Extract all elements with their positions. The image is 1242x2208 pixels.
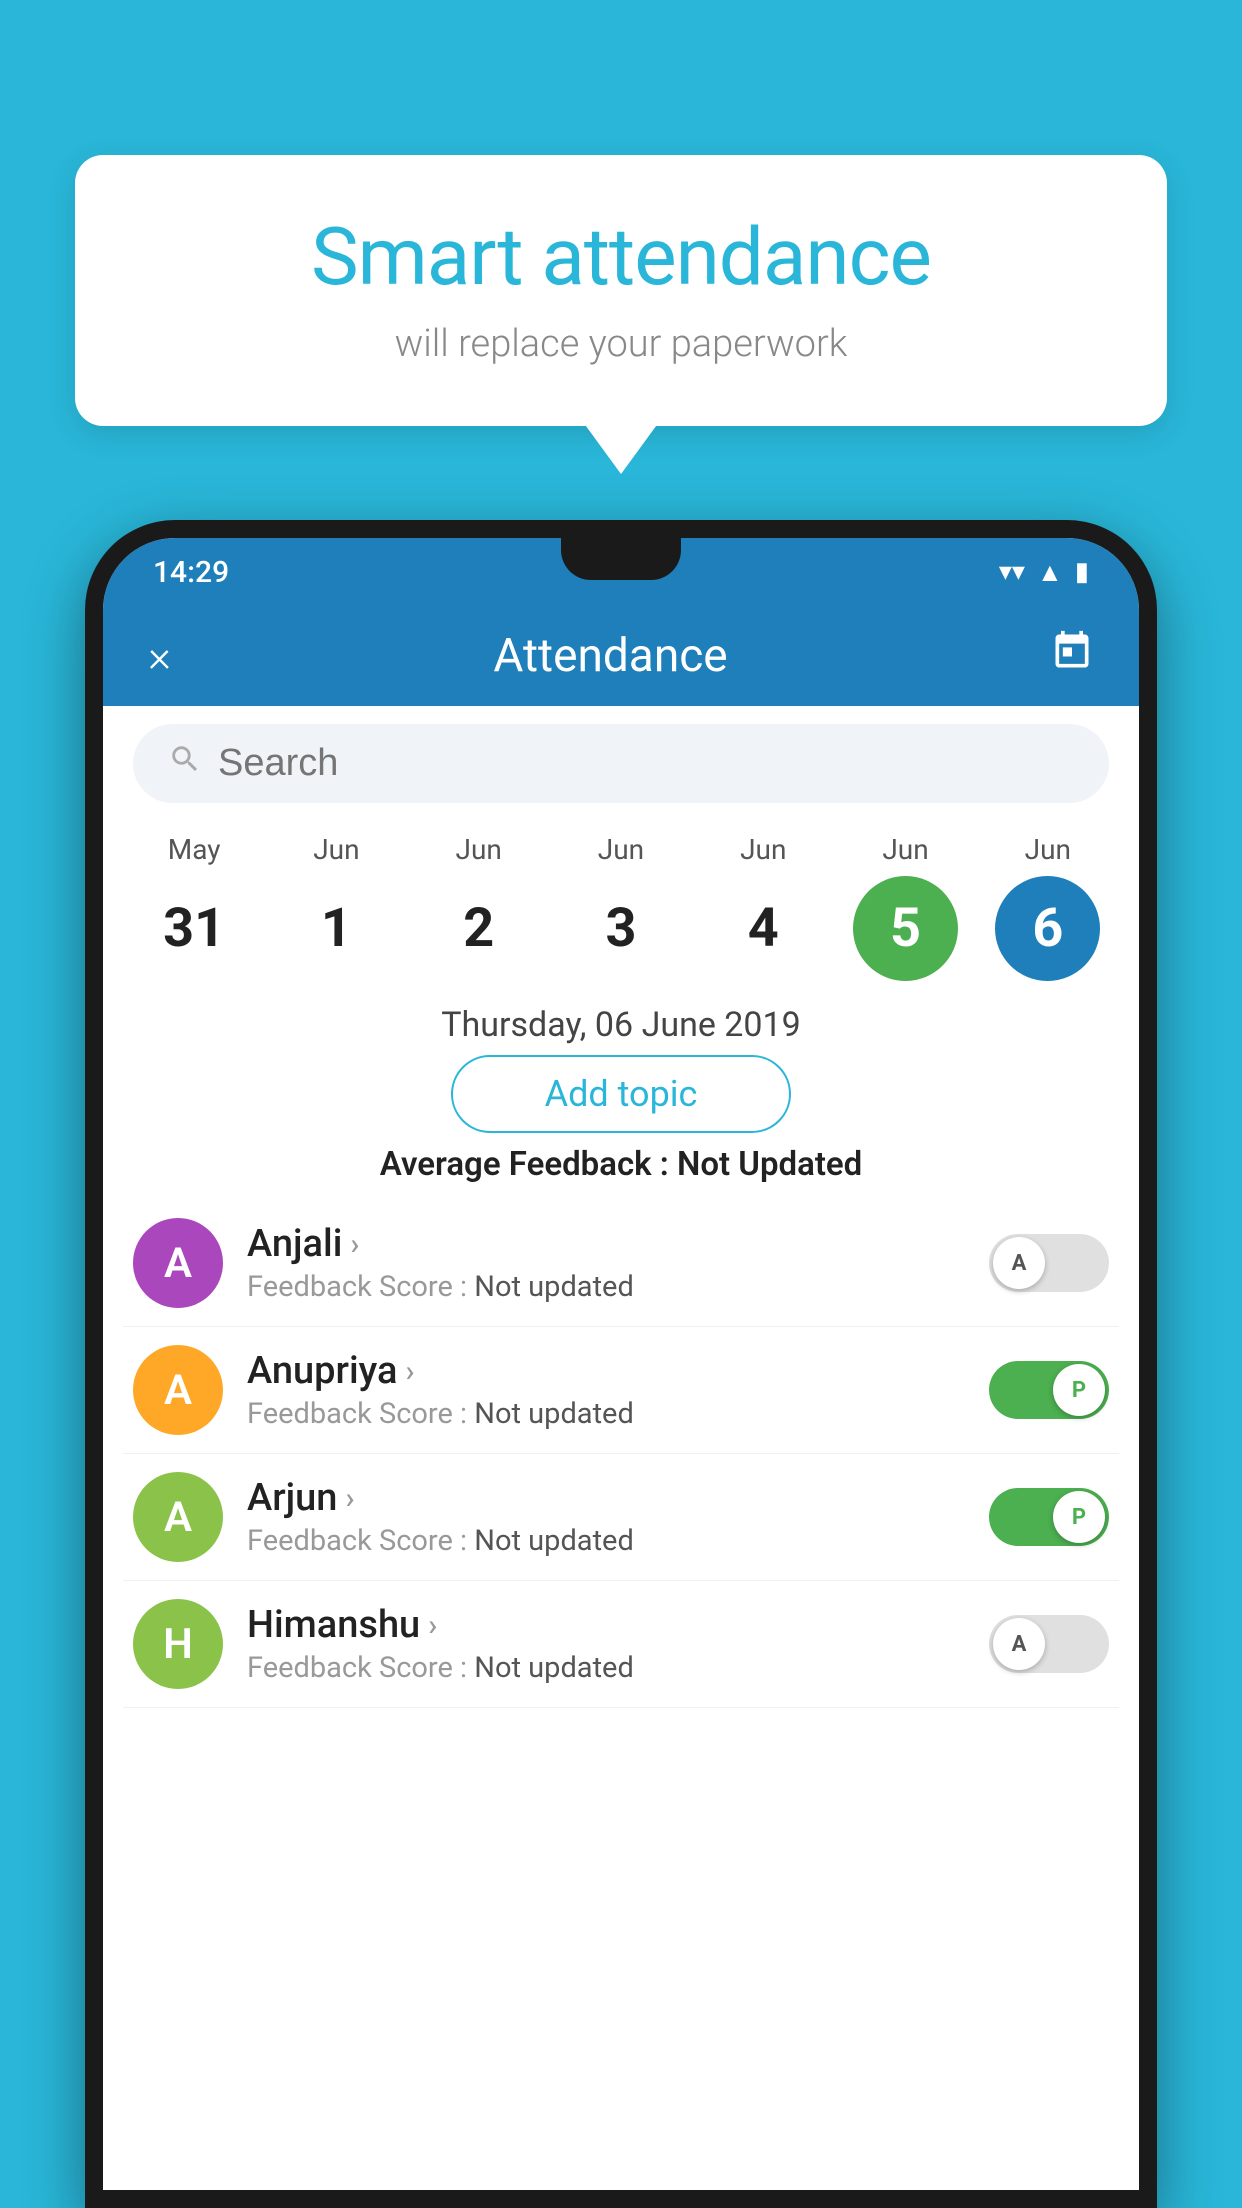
- toggle-thumb: A: [993, 1237, 1045, 1289]
- cal-month: May: [168, 833, 221, 866]
- student-info: Anupriya › Feedback Score : Not updated: [247, 1349, 965, 1431]
- toggle-thumb: P: [1053, 1491, 1105, 1543]
- signal-icon: ▲: [1037, 557, 1063, 588]
- student-item[interactable]: A Arjun › Feedback Score : Not updated P: [123, 1454, 1119, 1581]
- cal-month: Jun: [456, 833, 502, 866]
- student-avatar: A: [133, 1472, 223, 1562]
- attendance-toggle[interactable]: P: [989, 1361, 1109, 1419]
- student-feedback: Feedback Score : Not updated: [247, 1270, 965, 1304]
- calendar-day[interactable]: Jun 3: [561, 833, 681, 981]
- toggle-switch[interactable]: P: [989, 1361, 1109, 1419]
- attendance-toggle[interactable]: P: [989, 1488, 1109, 1546]
- avg-feedback-value: Not Updated: [677, 1145, 862, 1184]
- cal-date[interactable]: 4: [711, 876, 816, 981]
- selected-date-label: Thursday, 06 June 2019: [103, 1005, 1139, 1045]
- chevron-icon: ›: [345, 1481, 354, 1516]
- student-feedback: Feedback Score : Not updated: [247, 1397, 965, 1431]
- calendar-strip: May 31 Jun 1 Jun 2 Jun 3 Jun 4 Jun 5 Jun 6: [103, 821, 1139, 987]
- app-bar-title: Attendance: [493, 629, 727, 683]
- toggle-switch[interactable]: A: [989, 1615, 1109, 1673]
- student-info: Himanshu › Feedback Score : Not updated: [247, 1603, 965, 1685]
- student-list: AAnjali ›Feedback Score : Not updatedAAA…: [103, 1200, 1139, 1708]
- calendar-day[interactable]: Jun 5: [846, 833, 966, 981]
- search-input[interactable]: [218, 742, 1074, 785]
- student-name: Anjali ›: [247, 1222, 965, 1266]
- student-avatar: H: [133, 1599, 223, 1689]
- search-icon: [168, 742, 202, 785]
- student-info: Anjali › Feedback Score : Not updated: [247, 1222, 965, 1304]
- cal-date[interactable]: 5: [853, 876, 958, 981]
- calendar-day[interactable]: Jun 4: [703, 833, 823, 981]
- cal-month: Jun: [598, 833, 644, 866]
- calendar-day[interactable]: Jun 6: [988, 833, 1108, 981]
- student-avatar: A: [133, 1218, 223, 1308]
- cal-month: Jun: [1025, 833, 1071, 866]
- wifi-icon: ▾▾: [999, 557, 1025, 587]
- phone-frame: 14:29 ▾▾ ▲ ▮ × Attendance: [85, 520, 1157, 2208]
- cal-date[interactable]: 3: [568, 876, 673, 981]
- battery-icon: ▮: [1075, 557, 1089, 587]
- calendar-day[interactable]: Jun 2: [419, 833, 539, 981]
- attendance-toggle[interactable]: A: [989, 1234, 1109, 1292]
- bubble-title: Smart attendance: [135, 210, 1107, 304]
- phone-inner: 14:29 ▾▾ ▲ ▮ × Attendance: [103, 538, 1139, 2190]
- chevron-icon: ›: [350, 1227, 359, 1262]
- status-icons: ▾▾ ▲ ▮: [999, 557, 1089, 588]
- add-topic-label: Add topic: [545, 1073, 698, 1115]
- speech-bubble: Smart attendance will replace your paper…: [75, 155, 1167, 426]
- avg-feedback-label: Average Feedback :: [380, 1145, 669, 1184]
- search-bar[interactable]: [133, 724, 1109, 803]
- toggle-thumb: A: [993, 1618, 1045, 1670]
- calendar-day[interactable]: Jun 1: [276, 833, 396, 981]
- calendar-day[interactable]: May 31: [134, 833, 254, 981]
- cal-date[interactable]: 2: [426, 876, 531, 981]
- bubble-subtitle: will replace your paperwork: [135, 322, 1107, 366]
- cal-month: Jun: [882, 833, 928, 866]
- cal-date[interactable]: 1: [284, 876, 389, 981]
- avg-feedback: Average Feedback : Not Updated: [103, 1145, 1139, 1184]
- student-info: Arjun › Feedback Score : Not updated: [247, 1476, 965, 1558]
- student-name: Himanshu ›: [247, 1603, 965, 1647]
- cal-month: Jun: [313, 833, 359, 866]
- add-topic-button[interactable]: Add topic: [451, 1055, 791, 1133]
- student-avatar: A: [133, 1345, 223, 1435]
- student-feedback: Feedback Score : Not updated: [247, 1651, 965, 1685]
- toggle-thumb: P: [1053, 1364, 1105, 1416]
- status-time: 14:29: [153, 555, 229, 590]
- chevron-icon: ›: [428, 1608, 437, 1643]
- cal-month: Jun: [740, 833, 786, 866]
- close-button[interactable]: ×: [148, 630, 171, 682]
- phone-notch: [561, 538, 681, 580]
- student-item[interactable]: A Anupriya › Feedback Score : Not updated P: [123, 1327, 1119, 1454]
- attendance-toggle[interactable]: A: [989, 1615, 1109, 1673]
- calendar-icon[interactable]: [1050, 629, 1094, 683]
- student-name: Arjun ›: [247, 1476, 965, 1520]
- toggle-switch[interactable]: A: [989, 1234, 1109, 1292]
- app-bar: × Attendance: [103, 606, 1139, 706]
- toggle-switch[interactable]: P: [989, 1488, 1109, 1546]
- student-name: Anupriya ›: [247, 1349, 965, 1393]
- cal-date[interactable]: 6: [995, 876, 1100, 981]
- student-feedback: Feedback Score : Not updated: [247, 1524, 965, 1558]
- student-item[interactable]: H Himanshu › Feedback Score : Not updated A: [123, 1581, 1119, 1708]
- cal-date[interactable]: 31: [142, 876, 247, 981]
- student-item[interactable]: A Anjali › Feedback Score : Not updated A: [123, 1200, 1119, 1327]
- chevron-icon: ›: [405, 1354, 414, 1389]
